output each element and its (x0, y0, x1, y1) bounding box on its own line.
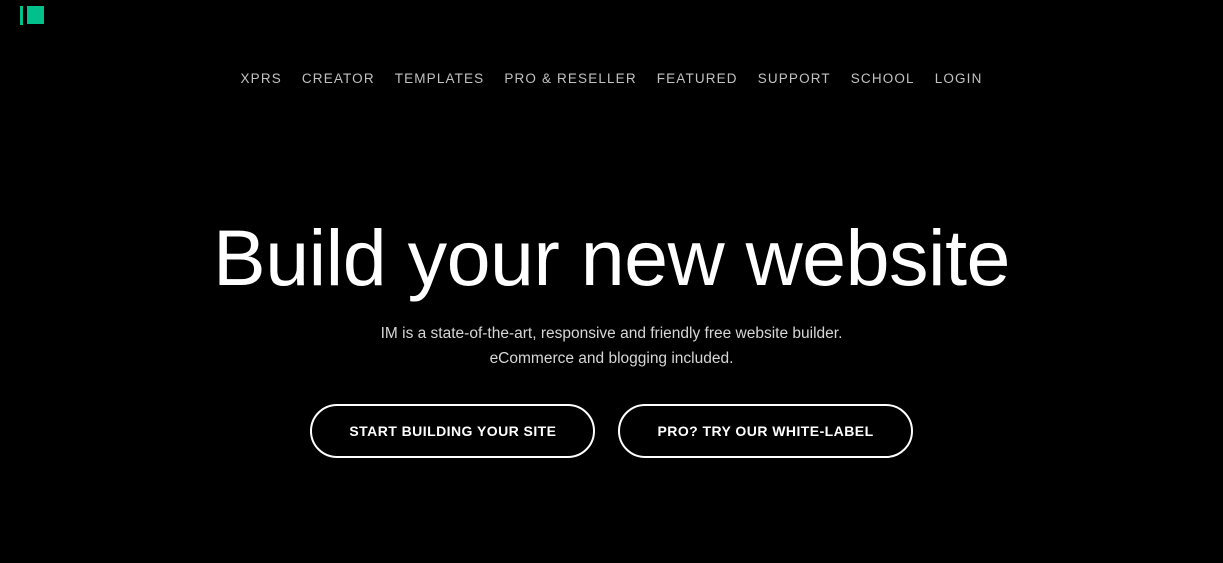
nav-item-pro-reseller[interactable]: PRO & RESELLER (494, 70, 646, 88)
nav-item-login[interactable]: LOGIN (925, 70, 993, 88)
site-logo[interactable] (20, 5, 44, 25)
hero-subtitle-line-1: IM is a state-of-the-art, responsive and… (380, 325, 843, 343)
hero-section: Build your new website IM is a state-of-… (0, 213, 1223, 459)
logo-square-icon (27, 6, 44, 24)
page-title: Build your new website (213, 213, 1010, 302)
main-navigation: XPRS CREATOR TEMPLATES PRO & RESELLER FE… (0, 70, 1223, 88)
nav-item-school[interactable]: SCHOOL (841, 70, 925, 88)
nav-item-templates[interactable]: TEMPLATES (385, 70, 495, 88)
hero-subtitle-line-2: eCommerce and blogging included. (489, 350, 734, 368)
nav-item-creator[interactable]: CREATOR (292, 70, 385, 88)
white-label-button[interactable]: PRO? TRY OUR WHITE-LABEL (618, 404, 913, 459)
start-building-button[interactable]: START BUILDING YOUR SITE (310, 404, 596, 459)
hero-cta-group: START BUILDING YOUR SITE PRO? TRY OUR WH… (0, 404, 1223, 459)
hero-subtitle: IM is a state-of-the-art, responsive and… (0, 321, 1223, 371)
nav-item-support[interactable]: SUPPORT (748, 70, 841, 88)
nav-item-xprs[interactable]: XPRS (231, 70, 292, 88)
nav-item-featured[interactable]: FEATURED (647, 70, 748, 88)
landing-page: XPRS CREATOR TEMPLATES PRO & RESELLER FE… (0, 0, 1223, 563)
logo-bar-icon (20, 5, 23, 25)
